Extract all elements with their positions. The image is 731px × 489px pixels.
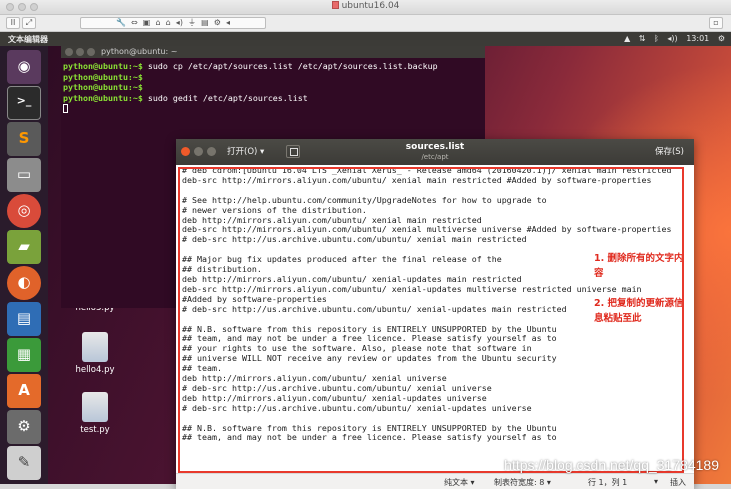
editor-line[interactable]: ## team, and may not be under a free lic… <box>182 433 672 443</box>
text-editor-area[interactable]: # deb cdrom:[Ubuntu 16.04 LTS _Xenial Xe… <box>178 167 684 473</box>
python-file-icon <box>82 392 108 422</box>
system-settings-icon[interactable]: ⚙ <box>7 410 41 444</box>
minimize-icon[interactable] <box>76 48 84 56</box>
close-icon[interactable] <box>65 48 73 56</box>
editor-line[interactable]: # deb-src http://us.archive.ubuntu.com/u… <box>182 403 672 414</box>
file-manager-icon[interactable]: ▭ <box>7 158 41 192</box>
syntax-dropdown[interactable]: 纯文本 ▾ <box>444 477 475 488</box>
terminal-line: python@ubuntu:~$ sudo gedit /etc/apt/sou… <box>63 92 308 103</box>
tab-width-dropdown[interactable]: 制表符宽度: 8 ▾ <box>494 477 551 488</box>
document-path: /etc/apt <box>421 153 449 161</box>
arrow-left-icon[interactable]: ◂ <box>226 18 230 27</box>
save-icon[interactable]: ▤ <box>201 18 209 27</box>
terminal-line: python@ubuntu:~$ <box>63 82 143 92</box>
bluetooth-icon[interactable]: ᛒ <box>654 34 659 43</box>
text-editor-icon[interactable]: ✎ <box>7 446 41 480</box>
pause-button[interactable]: II <box>6 17 20 29</box>
annotation-step-1: 1. 删除所有的文字内容 <box>594 253 684 279</box>
usb-icon[interactable]: ⏚ <box>188 18 196 27</box>
terminal-output[interactable]: python@ubuntu:~$ sudo cp /etc/apt/source… <box>61 58 485 117</box>
gedit-headerbar: 打开(O) ▾ sources.list /etc/apt 保存(S) <box>176 139 694 165</box>
desktop-file-test[interactable]: test.py <box>60 392 130 435</box>
save-button[interactable]: 保存(S) <box>651 145 688 159</box>
settings-icon[interactable]: ⚙ <box>214 18 221 27</box>
cursor-position: 行 1，列 1 <box>588 478 628 487</box>
top-panel: 文本编辑器 ▲ ⇅ ᛒ ◂)) 13:01 ⚙ <box>0 32 731 46</box>
disk-icon[interactable]: ⌂ <box>166 18 171 27</box>
unity-launcher: ◉ >_ S ▭ ◎ ▰ ◐ ▤ ▦ A ⚙ ✎ <box>0 46 48 484</box>
wrench-icon[interactable]: 🔧 <box>116 18 126 27</box>
indicator-area: ▲ ⇅ ᛒ ◂)) 13:01 ⚙ <box>618 34 725 43</box>
terminal-line: python@ubuntu:~$ <box>63 71 143 82</box>
network-icon[interactable]: ⇅ <box>639 34 646 43</box>
writer-icon[interactable]: ▤ <box>7 302 41 336</box>
terminal-titlebar: python@ubuntu: ~ <box>61 46 485 58</box>
terminal-icon[interactable]: >_ <box>7 86 41 120</box>
gedit-statusbar: 纯文本 ▾ 制表符宽度: 8 ▾ 行 1，列 1 ▾ 插入 <box>176 473 694 489</box>
maximize-icon[interactable] <box>87 48 95 56</box>
firefox-icon[interactable]: ◐ <box>7 266 41 300</box>
clock[interactable]: 13:01 <box>686 34 709 43</box>
gedit-window: 打开(O) ▾ sources.list /etc/apt 保存(S) # de… <box>176 139 694 489</box>
window-icon[interactable]: ▫ <box>709 17 723 29</box>
editor-line[interactable]: # deb-src http://us.archive.ubuntu.com/u… <box>182 234 672 245</box>
mode-dropdown[interactable]: ▾ <box>654 477 658 486</box>
host-titlebar: ubuntu16.04 <box>0 0 731 15</box>
sublime-text-icon[interactable]: S <box>7 122 41 156</box>
chrome-icon[interactable]: ◎ <box>7 194 41 228</box>
terminal-cursor <box>63 104 68 113</box>
active-app-title: 文本编辑器 <box>8 35 48 44</box>
software-center-icon[interactable]: A <box>7 374 41 408</box>
watermark: https://blog.csdn.net/qq_31784189 <box>504 457 719 473</box>
virtualbox-icon <box>331 1 339 9</box>
ubuntu-dash-icon[interactable]: ◉ <box>7 50 41 84</box>
host-toolbar: II ⤢ 🔧 ⇔ ▣ ⌂ ⌂ ◂) ⏚ ▤ ⚙ ◂ ▫ <box>0 15 731 32</box>
python-file-icon <box>82 332 108 362</box>
calc-icon[interactable]: ▦ <box>7 338 41 372</box>
desktop-file-hello4[interactable]: hello4.py <box>60 332 130 375</box>
fullscreen-icon[interactable]: ⤢ <box>22 17 36 29</box>
document-title: sources.list <box>405 142 465 152</box>
dropbox-icon[interactable]: ▲ <box>624 34 630 43</box>
volume-icon[interactable]: ◂)) <box>667 34 677 43</box>
book-reader-icon[interactable]: ▰ <box>7 230 41 264</box>
gear-icon[interactable]: ⚙ <box>718 34 725 43</box>
vm-device-toolbar: 🔧 ⇔ ▣ ⌂ ⌂ ◂) ⏚ ▤ ⚙ ◂ <box>80 17 266 29</box>
editor-line[interactable]: ## universe WILL NOT receive any review … <box>182 353 672 364</box>
insert-mode[interactable]: 插入 <box>670 477 686 488</box>
editor-line[interactable]: deb-src http://mirrors.aliyun.com/ubuntu… <box>182 175 672 186</box>
annotation-step-2: 2. 把复制的更新源信息粘贴至此 <box>594 298 684 324</box>
host-window-title: ubuntu16.04 <box>0 1 731 11</box>
speaker-icon[interactable]: ◂) <box>176 18 183 27</box>
terminal-line: python@ubuntu:~$ sudo cp /etc/apt/source… <box>63 61 438 71</box>
disk-icon[interactable]: ⌂ <box>155 18 160 27</box>
snapshot-icon[interactable]: ▣ <box>143 18 151 27</box>
terminal-title: python@ubuntu: ~ <box>101 47 178 56</box>
arrows-icon[interactable]: ⇔ <box>131 18 138 27</box>
